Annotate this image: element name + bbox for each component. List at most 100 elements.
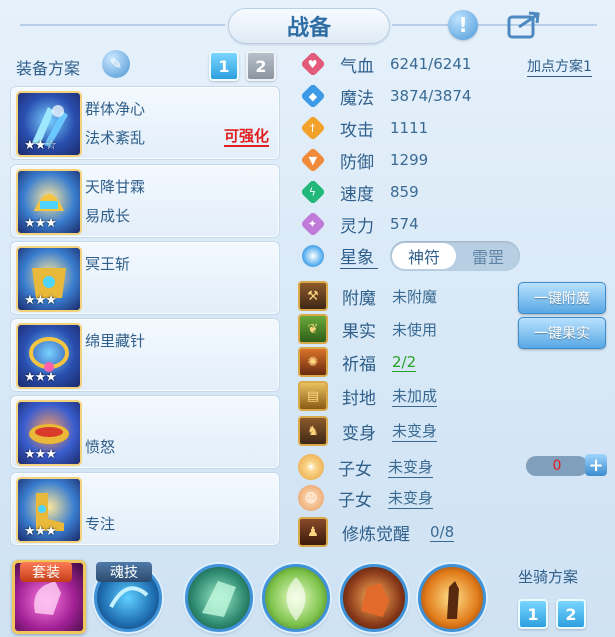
stat-value: 859	[390, 183, 419, 201]
equipment-effect: 愤怒	[85, 438, 116, 456]
equipment-plan-title: 装备方案	[16, 59, 81, 78]
mount-plan-1-button[interactable]: 1	[518, 599, 548, 629]
extra-value[interactable]: 未变身	[388, 487, 434, 509]
suit-label: 套装	[20, 562, 72, 582]
enchant-icon: ⚒	[298, 281, 328, 311]
extra-label: 子女	[338, 490, 372, 511]
equipment-name: 天降甘霖	[85, 178, 146, 196]
extra-value[interactable]: 未变身	[392, 420, 438, 442]
extra-label: 变身	[342, 423, 376, 444]
battle-prep-panel: 战备 ! 装备方案 ✎ 1 2 ★★☆ 群体净心 法术紊乱 可强化 ★★★ 天降…	[0, 0, 615, 637]
star-rating: ★★☆	[24, 138, 57, 153]
equipment-belt-icon: ★★★	[16, 400, 82, 466]
equipment-name: 冥王斩	[85, 255, 131, 273]
equipment-slot-2[interactable]: ★★★ 天降甘霖 易成长	[10, 164, 280, 238]
stat-row-spirit: ✦ 灵力 574	[300, 210, 419, 238]
equipment-effect: 易成长	[85, 207, 131, 225]
skill-warrior-icon[interactable]	[418, 564, 486, 632]
star-sign-toggle[interactable]: 神符 雷罡	[390, 241, 520, 271]
upgradable-link[interactable]: 可强化	[223, 127, 269, 147]
fief-icon: ▤	[298, 381, 328, 411]
heart-icon: ♥	[300, 51, 326, 77]
equipment-slot-6[interactable]: ★★★ 专注	[10, 472, 280, 546]
title-divider-left	[20, 24, 225, 26]
sword-icon: †	[300, 115, 326, 141]
title-divider-right	[392, 24, 597, 26]
mount-plan-2-button[interactable]: 2	[556, 599, 586, 629]
extra-value[interactable]: 0/8	[430, 523, 455, 542]
fruit-row: ❦ 果实 未使用	[298, 314, 437, 344]
stat-label: 魔法	[340, 88, 374, 109]
extra-label: 祈福	[342, 354, 376, 375]
fruit-icon: ❦	[298, 314, 328, 344]
star-rating: ★★★	[24, 447, 57, 462]
blessing-icon: ✺	[298, 347, 328, 377]
fief-row: ▤ 封地 未加成	[298, 381, 438, 411]
mount-plan-title: 坐骑方案	[518, 568, 579, 586]
extra-value[interactable]: 2/2	[392, 353, 417, 372]
one-click-enchant-button[interactable]: 一键附魔	[518, 282, 606, 314]
spirit-icon: ✦	[300, 211, 326, 237]
lightning-icon: ϟ	[300, 179, 326, 205]
one-click-fruit-button[interactable]: 一键果实	[518, 317, 606, 349]
attribute-plan-link[interactable]: 加点方案1	[527, 56, 592, 77]
equipment-plan-2-button[interactable]: 2	[246, 51, 276, 81]
skill-wing-icon[interactable]	[185, 564, 253, 632]
share-icon[interactable]	[505, 8, 543, 40]
extra-label: 封地	[342, 388, 376, 409]
stat-value: 1299	[390, 151, 429, 169]
equipment-effect: 专注	[85, 515, 116, 533]
equipment-name: 绵里藏针	[85, 332, 146, 350]
child-counter: 0	[526, 456, 588, 476]
stat-label: 气血	[340, 56, 374, 77]
stat-value: 1111	[390, 119, 429, 137]
star-rating: ★★★	[24, 524, 57, 539]
extra-value[interactable]: 未变身	[388, 456, 434, 478]
enchant-row: ⚒ 附魔 未附魔	[298, 281, 437, 311]
star-rating: ★★★	[24, 370, 57, 385]
star-sign-icon	[300, 243, 326, 269]
skill-beast-icon[interactable]	[340, 564, 408, 632]
stat-value: 574	[390, 215, 419, 233]
cultivation-row: ♟ 修炼觉醒 0/8	[298, 517, 455, 547]
extra-label: 果实	[342, 321, 376, 342]
stat-row-mp: ◆ 魔法 3874/3874	[300, 82, 471, 110]
edit-pen-icon[interactable]: ✎	[102, 50, 130, 78]
help-icon[interactable]: !	[448, 10, 478, 40]
mana-icon: ◆	[300, 83, 326, 109]
extra-value: 未使用	[392, 320, 438, 339]
star-rating: ★★★	[24, 293, 57, 308]
extra-label: 子女	[338, 459, 372, 480]
blessing-row: ✺ 祈福 2/2	[298, 347, 417, 377]
stat-label: 防御	[340, 152, 374, 173]
stat-label: 速度	[340, 184, 374, 205]
toggle-option-shenfu[interactable]: 神符	[392, 243, 456, 269]
star-sign-label[interactable]: 星象	[340, 243, 378, 269]
child-icon: ☺	[298, 485, 324, 511]
equipment-plan-1-button[interactable]: 1	[209, 51, 239, 81]
stat-row-attack: † 攻击 1111	[300, 114, 428, 142]
plus-button[interactable]: +	[585, 454, 607, 476]
equipment-slot-3[interactable]: ★★★ 冥王斩	[10, 241, 280, 315]
extra-value: 未附魔	[392, 287, 438, 306]
equipment-slot-1[interactable]: ★★☆ 群体净心 法术紊乱 可强化	[10, 86, 280, 160]
stat-label: 攻击	[340, 120, 374, 141]
toggle-option-leigang[interactable]: 雷罡	[456, 241, 520, 271]
extra-label: 修炼觉醒	[342, 524, 410, 545]
equipment-slot-5[interactable]: ★★★ 愤怒	[10, 395, 280, 469]
transform-icon: ♞	[298, 416, 328, 446]
stat-row-hp: ♥ 气血 6241/6241	[300, 50, 471, 78]
star-sign-row: 星象	[300, 242, 378, 270]
title-bar: 战备 !	[0, 0, 615, 46]
equipment-slot-4[interactable]: ★★★ 绵里藏针	[10, 318, 280, 392]
equipment-helmet-icon: ★★★	[16, 169, 82, 235]
cultivation-icon: ♟	[298, 517, 328, 547]
equipment-armor-icon: ★★★	[16, 246, 82, 312]
stat-row-defense: ▼ 防御 1299	[300, 146, 428, 174]
page-title: 战备	[228, 8, 390, 44]
child-sun-icon: ☀	[298, 454, 324, 480]
skill-leaf-icon[interactable]	[262, 564, 330, 632]
extra-value[interactable]: 未加成	[392, 385, 438, 407]
shield-icon: ▼	[300, 147, 326, 173]
transform-row: ♞ 变身 未变身	[298, 416, 438, 446]
